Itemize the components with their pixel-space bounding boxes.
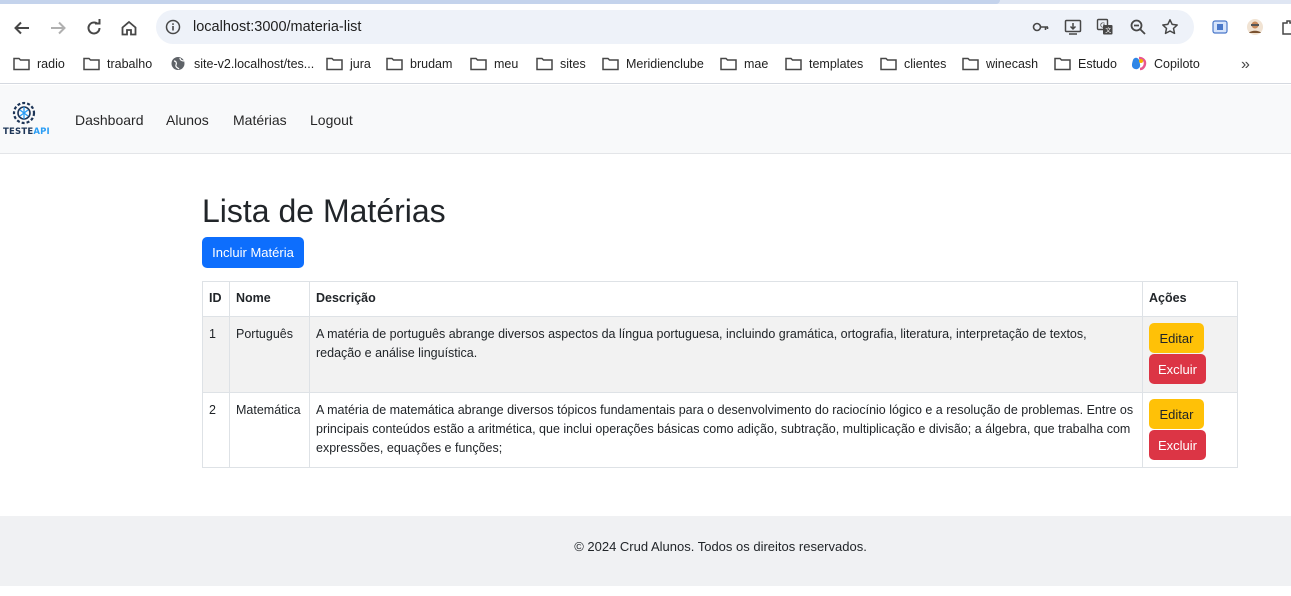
more-bookmarks-chevron-icon[interactable]: »	[1241, 56, 1250, 74]
bookmark-label: Meridienclube	[626, 56, 704, 71]
nav-link-materias[interactable]: Matérias	[233, 112, 287, 128]
edit-button[interactable]: Editar	[1149, 323, 1204, 353]
browser-toolbar: localhost:3000/materia-list G文	[0, 4, 1291, 50]
bookmark-star-icon[interactable]	[1161, 18, 1179, 36]
folder-icon	[785, 57, 802, 71]
nav-link-alunos[interactable]: Alunos	[166, 112, 209, 128]
footer-copyright: © 2024 Crud Alunos. Todos os direitos re…	[574, 539, 867, 554]
nav-link-logout[interactable]: Logout	[310, 112, 353, 128]
home-icon[interactable]	[115, 14, 143, 42]
folder-icon	[602, 57, 619, 71]
bookmark-folder-jura[interactable]: jura	[326, 56, 371, 71]
folder-icon	[386, 57, 403, 71]
cell-id: 2	[202, 392, 230, 468]
bookmark-label: meu	[494, 56, 519, 71]
table-header-row: ID Nome Descrição Ações	[202, 281, 1238, 317]
bookmark-folder-trabalho[interactable]: trabalho	[83, 56, 152, 71]
bookmark-folder-mae[interactable]: mae	[720, 56, 768, 71]
bookmark-folder-meridienclube[interactable]: Meridienclube	[602, 56, 704, 71]
folder-icon	[470, 57, 487, 71]
reload-icon[interactable]	[80, 14, 108, 42]
folder-icon	[83, 57, 100, 71]
bookmark-label: clientes	[904, 56, 947, 71]
bookmark-label: mae	[744, 56, 769, 71]
bookmark-label: sites	[560, 56, 586, 71]
bookmark-folder-templates[interactable]: templates	[785, 56, 863, 71]
bookmark-folder-meu[interactable]: meu	[470, 56, 518, 71]
bookmark-copiloto[interactable]: Copiloto	[1130, 56, 1200, 71]
bookmark-folder-clientes[interactable]: clientes	[880, 56, 946, 71]
address-bar[interactable]: localhost:3000/materia-list G文	[156, 10, 1194, 44]
bookmark-folder-brudam[interactable]: brudam	[386, 56, 452, 71]
cell-acoes: Editar Excluir	[1142, 316, 1238, 393]
bookmark-label: jura	[350, 56, 371, 71]
svg-text:文: 文	[1105, 27, 1111, 35]
folder-icon	[720, 57, 737, 71]
gear-tree-logo-icon	[12, 101, 36, 125]
edit-button[interactable]: Editar	[1149, 399, 1204, 429]
folder-icon	[880, 57, 897, 71]
table-row: 1 Português A matéria de português abran…	[202, 316, 1238, 393]
folder-icon	[326, 57, 343, 71]
zoom-icon[interactable]	[1129, 18, 1147, 36]
brand-logo[interactable]: TESTEAPI	[3, 99, 50, 139]
bookmark-folder-sites[interactable]: sites	[536, 56, 586, 71]
delete-button[interactable]: Excluir	[1149, 354, 1206, 384]
page-title: Lista de Matérias	[202, 193, 446, 229]
bookmark-label: templates	[809, 56, 864, 71]
folder-icon	[536, 57, 553, 71]
back-icon[interactable]	[8, 14, 36, 42]
column-header-id: ID	[202, 281, 230, 317]
extension-icon[interactable]	[1211, 18, 1229, 36]
install-app-icon[interactable]	[1064, 18, 1082, 36]
password-key-icon[interactable]	[1032, 18, 1050, 36]
bookmark-site-v2[interactable]: site-v2.localhost/tes...	[170, 56, 314, 71]
bookmarks-bar: radio trabalho site-v2.localhost/tes... …	[0, 50, 1291, 84]
delete-button[interactable]: Excluir	[1149, 430, 1206, 460]
bookmark-label: brudam	[410, 56, 453, 71]
brand-main-text: TESTE	[3, 127, 34, 137]
nav-link-dashboard[interactable]: Dashboard	[75, 112, 144, 128]
cell-id: 1	[202, 316, 230, 393]
translate-icon[interactable]: G文	[1096, 18, 1114, 36]
bookmark-folder-estudo[interactable]: Estudo	[1054, 56, 1117, 71]
cell-nome: Matemática	[229, 392, 310, 468]
bookmark-folder-winecash[interactable]: winecash	[962, 56, 1038, 71]
brand-accent-text: API	[33, 127, 50, 137]
column-header-acoes: Ações	[1142, 281, 1238, 317]
bookmark-folder-radio[interactable]: radio	[13, 56, 65, 71]
extensions-puzzle-icon[interactable]	[1280, 18, 1291, 36]
cell-descricao: A matéria de matemática abrange diversos…	[309, 392, 1143, 468]
page-footer: © 2024 Crud Alunos. Todos os direitos re…	[0, 516, 1291, 586]
copilot-icon	[1131, 56, 1147, 71]
table-row: 2 Matemática A matéria de matemática abr…	[202, 392, 1238, 468]
app-navbar: TESTEAPI Dashboard Alunos Matérias Logou…	[0, 85, 1291, 154]
folder-icon	[13, 57, 30, 71]
profile-avatar-icon[interactable]	[1246, 18, 1264, 36]
column-header-nome: Nome	[229, 281, 310, 317]
bookmark-label: Estudo	[1078, 56, 1117, 71]
column-header-descricao: Descrição	[309, 281, 1143, 317]
forward-icon[interactable]	[44, 14, 72, 42]
cell-acoes: Editar Excluir	[1142, 392, 1238, 468]
bookmark-label: site-v2.localhost/tes...	[194, 56, 315, 71]
globe-icon	[171, 57, 185, 70]
brand-text: TESTEAPI	[3, 127, 50, 137]
site-info-icon[interactable]	[165, 19, 181, 35]
folder-icon	[962, 57, 979, 71]
bookmark-label: radio	[37, 56, 65, 71]
url-text[interactable]: localhost:3000/materia-list	[193, 19, 361, 35]
cell-nome: Português	[229, 316, 310, 393]
bookmark-label: winecash	[986, 56, 1039, 71]
materias-table: ID Nome Descrição Ações 1 Português A ma…	[202, 281, 1238, 468]
cell-descricao: A matéria de português abrange diversos …	[309, 316, 1143, 393]
bookmark-label: trabalho	[107, 56, 153, 71]
bookmark-label: Copiloto	[1154, 56, 1200, 71]
add-materia-button[interactable]: Incluir Matéria	[202, 237, 304, 268]
folder-icon	[1054, 57, 1071, 71]
